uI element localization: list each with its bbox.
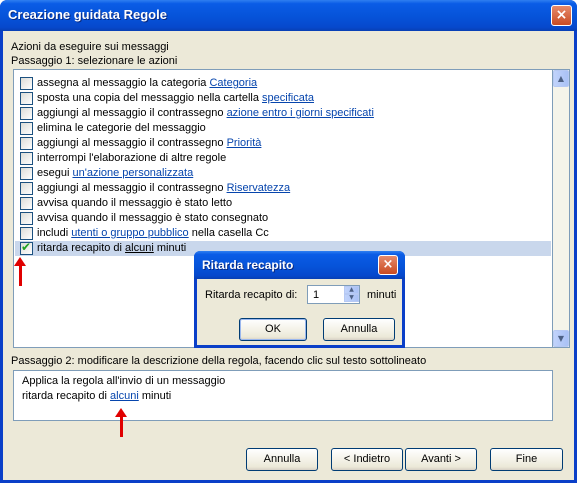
action-label: avvisa quando il messaggio è stato letto	[37, 197, 233, 209]
action-text: ritarda recapito di	[37, 242, 126, 254]
action-label: aggiungi al messaggio il contrassegno az…	[37, 107, 374, 119]
action-checkbox[interactable]	[20, 227, 33, 240]
action-row[interactable]: aggiungi al messaggio il contrassegno Ri…	[15, 181, 551, 196]
delay-minutes-value[interactable]: 1	[313, 289, 319, 301]
action-row[interactable]: aggiungi al messaggio il contrassegno Pr…	[15, 136, 551, 151]
action-label: sposta una copia del messaggio nella car…	[37, 92, 314, 104]
action-label: avvisa quando il messaggio è stato conse…	[37, 212, 269, 224]
action-label: aggiungi al messaggio il contrassegno Ri…	[37, 182, 290, 194]
next-button[interactable]: Avanti >	[405, 448, 477, 471]
action-row[interactable]: elimina le categorie del messaggio	[15, 121, 551, 136]
action-checkbox[interactable]	[20, 152, 33, 165]
action-row[interactable]: interrompi l'elaborazione di altre regol…	[15, 151, 551, 166]
red-arrow-shaft	[19, 264, 22, 286]
minutes-unit-label: minuti	[367, 289, 397, 301]
spin-down-icon[interactable]: ▼	[344, 294, 359, 302]
rule-description-line: Applica la regola all'invio di un messag…	[22, 375, 226, 387]
delay-delivery-dialog: Ritarda recapito × Ritarda recapito di: …	[194, 251, 405, 348]
dialog-cancel-button[interactable]: Annulla	[323, 318, 395, 341]
action-row[interactable]: assegna al messaggio la categoria Catego…	[15, 76, 551, 91]
action-link[interactable]: utenti o gruppo pubblico	[71, 227, 188, 239]
spin-up-icon[interactable]: ▲	[344, 286, 359, 294]
action-row[interactable]: aggiungi al messaggio il contrassegno az…	[15, 106, 551, 121]
spinner-buttons[interactable]: ▲ ▼	[344, 286, 359, 303]
action-link[interactable]: specificata	[262, 92, 314, 104]
action-text: aggiungi al messaggio il contrassegno	[37, 137, 227, 149]
action-checkbox-checked[interactable]: ✔	[20, 240, 33, 255]
action-checkbox[interactable]	[20, 182, 33, 195]
close-icon[interactable]: ×	[551, 5, 572, 26]
actions-heading: Azioni da eseguire sui messaggi	[11, 41, 169, 53]
dialog-title-bar[interactable]: Ritarda recapito ×	[194, 251, 405, 279]
finish-button[interactable]: Fine	[490, 448, 563, 471]
action-label: elimina le categorie del messaggio	[37, 122, 206, 134]
action-text-after: minuti	[153, 242, 187, 254]
action-label: aggiungi al messaggio il contrassegno Pr…	[37, 137, 261, 149]
action-checkbox[interactable]	[20, 92, 33, 105]
action-checkbox[interactable]	[20, 77, 33, 90]
action-checkbox[interactable]	[20, 122, 33, 135]
action-checkbox[interactable]	[20, 107, 33, 120]
action-text: aggiungi al messaggio il contrassegno	[37, 182, 227, 194]
back-button[interactable]: < Indietro	[331, 448, 403, 471]
delay-minutes-spinner[interactable]: 1 ▲ ▼	[307, 285, 360, 304]
action-text: assegna al messaggio la categoria	[37, 77, 210, 89]
action-link[interactable]: Categoria	[209, 77, 257, 89]
action-checkbox[interactable]	[20, 137, 33, 150]
action-label: ritarda recapito di alcuni minuti	[37, 242, 186, 254]
rule-description-box[interactable]: Applica la regola all'invio di un messag…	[13, 370, 553, 421]
action-row[interactable]: includi utenti o gruppo pubblico nella c…	[15, 226, 551, 241]
cancel-button[interactable]: Annulla	[246, 448, 318, 471]
action-row[interactable]: avvisa quando il messaggio è stato conse…	[15, 211, 551, 226]
rules-wizard-window: Creazione guidata Regole × Azioni da ese…	[0, 0, 577, 483]
action-label: interrompi l'elaborazione di altre regol…	[37, 152, 227, 164]
action-row[interactable]: esegui un'azione personalizzata	[15, 166, 551, 181]
action-link[interactable]: Priorità	[227, 137, 262, 149]
dialog-title: Ritarda recapito	[202, 258, 294, 272]
action-text: sposta una copia del messaggio nella car…	[37, 92, 263, 104]
action-checkbox[interactable]	[20, 167, 33, 180]
dialog-body: Ritarda recapito di: 1 ▲ ▼ minuti OK Ann…	[197, 279, 402, 345]
step1-heading: Passaggio 1: selezionare le azioni	[11, 55, 178, 67]
rule-description-line: ritarda recapito di alcuni minuti	[22, 390, 171, 402]
dialog-close-icon[interactable]: ×	[378, 255, 398, 275]
action-link[interactable]: un'azione personalizzata	[72, 167, 193, 179]
action-text: includi	[37, 227, 72, 239]
description-text: ritarda recapito di	[22, 390, 111, 402]
action-checkbox[interactable]	[20, 197, 33, 210]
action-text: esegui	[37, 167, 73, 179]
red-arrow-shaft	[120, 415, 123, 437]
action-label: esegui un'azione personalizzata	[37, 167, 193, 179]
step2-heading: Passaggio 2: modificare la descrizione d…	[11, 355, 427, 367]
ok-button[interactable]: OK	[239, 318, 307, 341]
action-link[interactable]: Riservatezza	[227, 182, 291, 194]
action-checkbox[interactable]	[20, 212, 33, 225]
window-title: Creazione guidata Regole	[8, 7, 167, 22]
checkmark-icon: ✔	[21, 240, 32, 254]
description-text-after: minuti	[138, 390, 172, 402]
action-row[interactable]: avvisa quando il messaggio è stato letto	[15, 196, 551, 211]
title-bar[interactable]: Creazione guidata Regole ×	[0, 0, 577, 31]
action-label: includi utenti o gruppo pubblico nella c…	[37, 227, 269, 239]
action-row[interactable]: sposta una copia del messaggio nella car…	[15, 91, 551, 106]
action-text-after: nella casella Cc	[188, 227, 269, 239]
action-link[interactable]: alcuni	[125, 242, 154, 254]
scroll-down-icon[interactable]: ▼	[553, 330, 569, 347]
action-text: aggiungi al messaggio il contrassegno	[37, 107, 227, 119]
actions-scrollbar[interactable]: ▲ ▼	[553, 69, 570, 348]
scroll-up-icon[interactable]: ▲	[553, 70, 569, 87]
action-label: assegna al messaggio la categoria Catego…	[37, 77, 257, 89]
action-link[interactable]: azione entro i giorni specificati	[227, 107, 374, 119]
description-link[interactable]: alcuni	[110, 390, 139, 402]
delay-label: Ritarda recapito di:	[205, 289, 298, 301]
